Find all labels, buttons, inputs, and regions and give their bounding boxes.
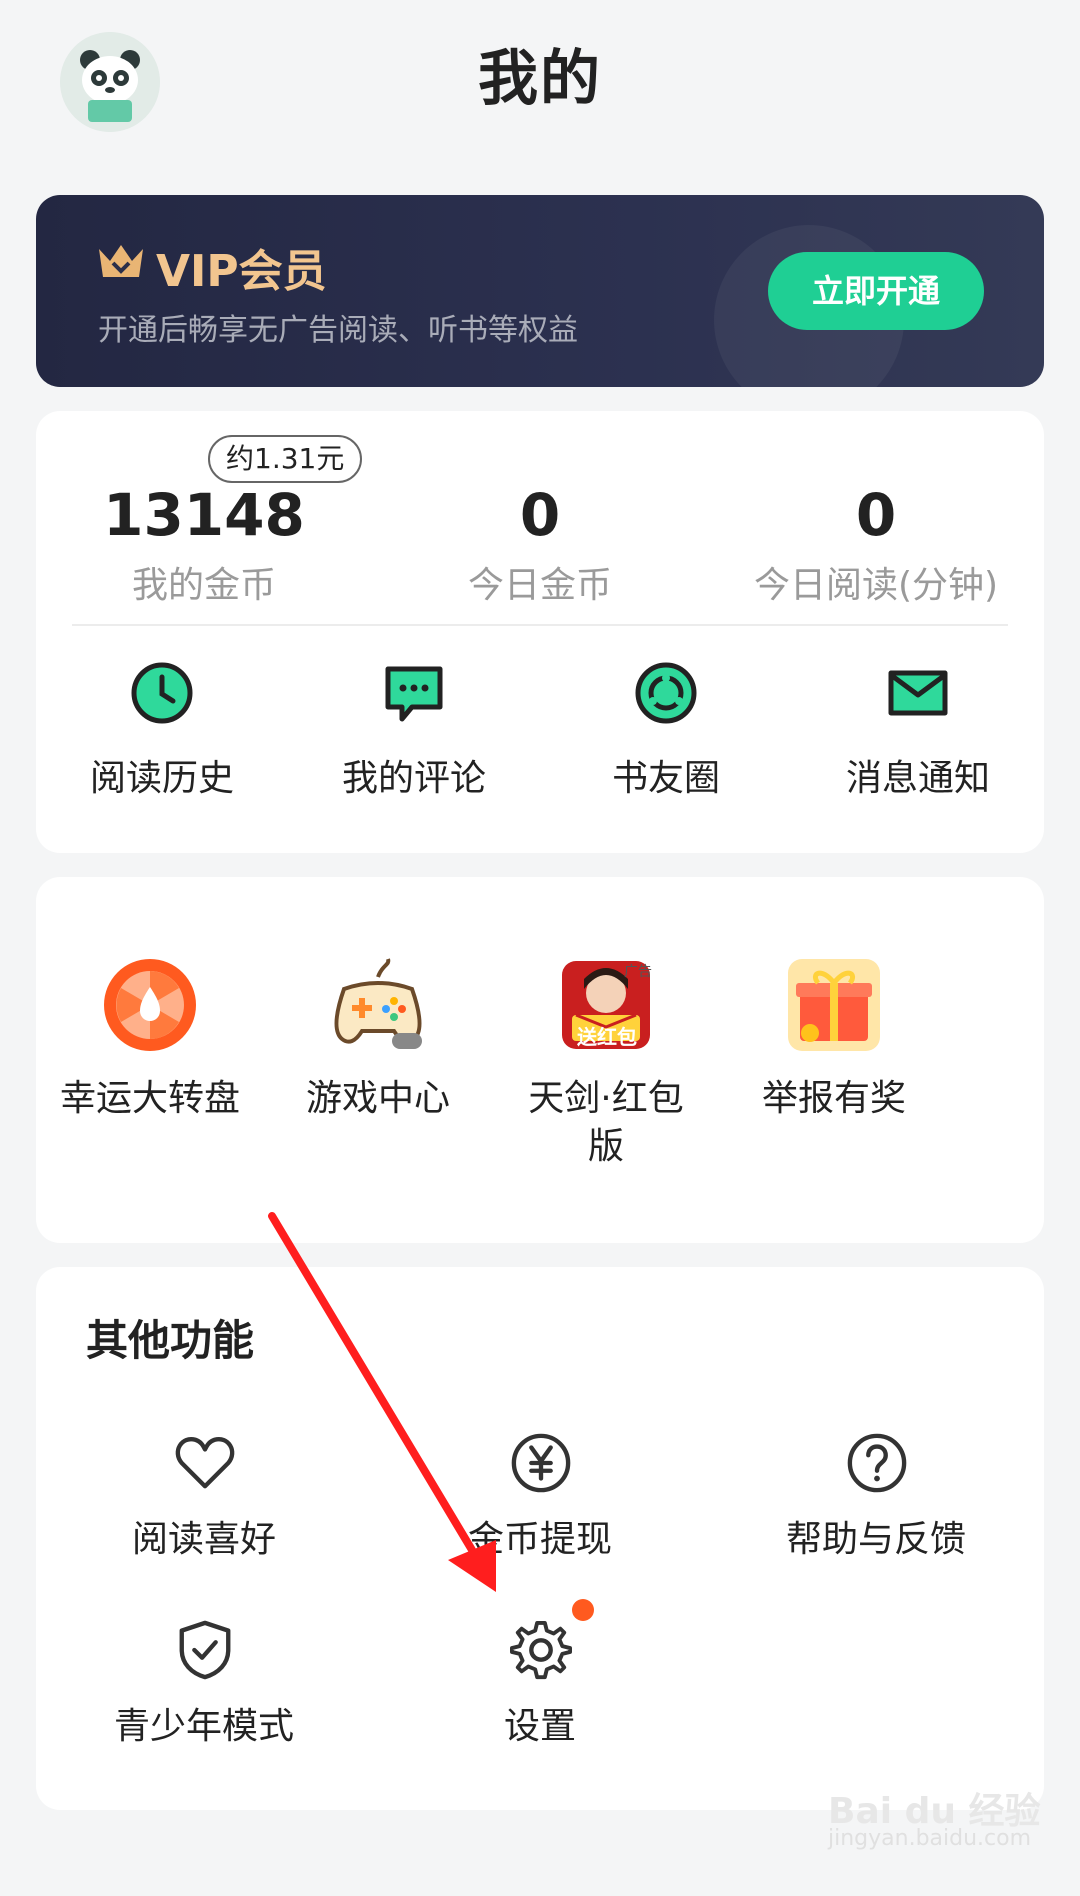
header: 我的 [0,0,1080,190]
promo-card: 幸运大转盘 游戏中心 广告 送红包 天剑·红包 版 举报有奖 [36,877,1044,1243]
vip-activate-button[interactable]: 立即开通 [768,252,984,330]
settings-notification-dot [572,1599,594,1621]
other-label: 设置 [503,1706,576,1747]
other-label: 青少年模式 [113,1706,294,1747]
vip-description: 开通后畅享无广告阅读、听书等权益 [98,313,578,348]
lucky-wheel-icon [104,959,196,1051]
ad-tag: 广告 [624,964,652,980]
promo-game-center[interactable]: 游戏中心 [264,957,492,1177]
section-title: 其他功能 [86,1316,255,1365]
promo-label: 幸运大转盘 [59,1078,240,1119]
promo-label-line2: 版 [587,1126,624,1167]
divider [72,624,1008,626]
other-coin-withdraw[interactable]: 金币提现 [372,1432,708,1582]
quick-action-reading-history[interactable]: 阅读历史 [36,661,288,821]
ad-red-packet-text: 送红包 [577,1025,637,1049]
quick-action-label: 我的评论 [341,758,486,799]
page-title: 我的 [478,44,602,114]
quick-action-label: 书友圈 [611,758,720,799]
shield-check-icon [179,1620,231,1680]
coin-value-badge: 约1.31元 [208,435,363,483]
quick-action-notifications[interactable]: 消息通知 [792,661,1044,821]
other-label: 帮助与反馈 [785,1519,966,1560]
watermark-url: jingyan.baidu.com [828,1826,1032,1851]
help-icon [847,1433,907,1493]
other-label: 阅读喜好 [131,1519,276,1560]
stat-label: 今日金币 [467,565,612,606]
quick-action-label: 阅读历史 [89,758,234,799]
promo-label: 游戏中心 [305,1078,450,1119]
other-help-feedback[interactable]: 帮助与反馈 [708,1432,1044,1582]
promo-game-ad[interactable]: 广告 送红包 天剑·红包 版 [492,957,720,1197]
gear-icon [510,1620,572,1680]
other-teen-mode[interactable]: 青少年模式 [36,1619,372,1769]
quick-action-label: 消息通知 [845,758,990,799]
promo-label: 举报有奖 [761,1078,906,1119]
other-reading-preference[interactable]: 阅读喜好 [36,1432,372,1582]
promo-label-line1: 天剑·红包 [528,1078,684,1119]
circle-icon [635,662,697,724]
stat-label: 我的金币 [131,565,276,606]
promo-report-reward[interactable]: 举报有奖 [720,957,948,1177]
gamepad-icon [334,958,422,1049]
stat-value: 0 [855,481,897,549]
other-settings[interactable]: 设置 [372,1599,708,1769]
quick-action-book-friends[interactable]: 书友圈 [540,661,792,821]
clock-icon [131,662,193,724]
crown-icon [99,245,143,277]
gift-icon [788,959,880,1051]
other-features-card: 其他功能 阅读喜好 金币提现 帮助与反馈 青少年模式 设置 [36,1267,1044,1810]
stat-value: 0 [519,481,561,549]
quick-action-my-comments[interactable]: 我的评论 [288,661,540,821]
promo-lucky-wheel[interactable]: 幸运大转盘 [36,957,264,1177]
vip-title: VIP会员 [156,246,327,297]
other-label: 金币提现 [467,1519,612,1560]
stat-value: 13148 [103,481,305,549]
comment-icon [385,666,443,722]
heart-icon [175,1436,235,1489]
mail-icon [888,670,948,716]
vip-banner[interactable]: VIP会员 开通后畅享无广告阅读、听书等权益 立即开通 [36,195,1044,387]
stat-label: 今日阅读(分钟) [753,565,999,606]
stats-card: 13148 我的金币 约1.31元 0 今日金币 0 今日阅读(分钟) 阅读历史… [36,411,1044,853]
yen-icon [511,1433,571,1493]
